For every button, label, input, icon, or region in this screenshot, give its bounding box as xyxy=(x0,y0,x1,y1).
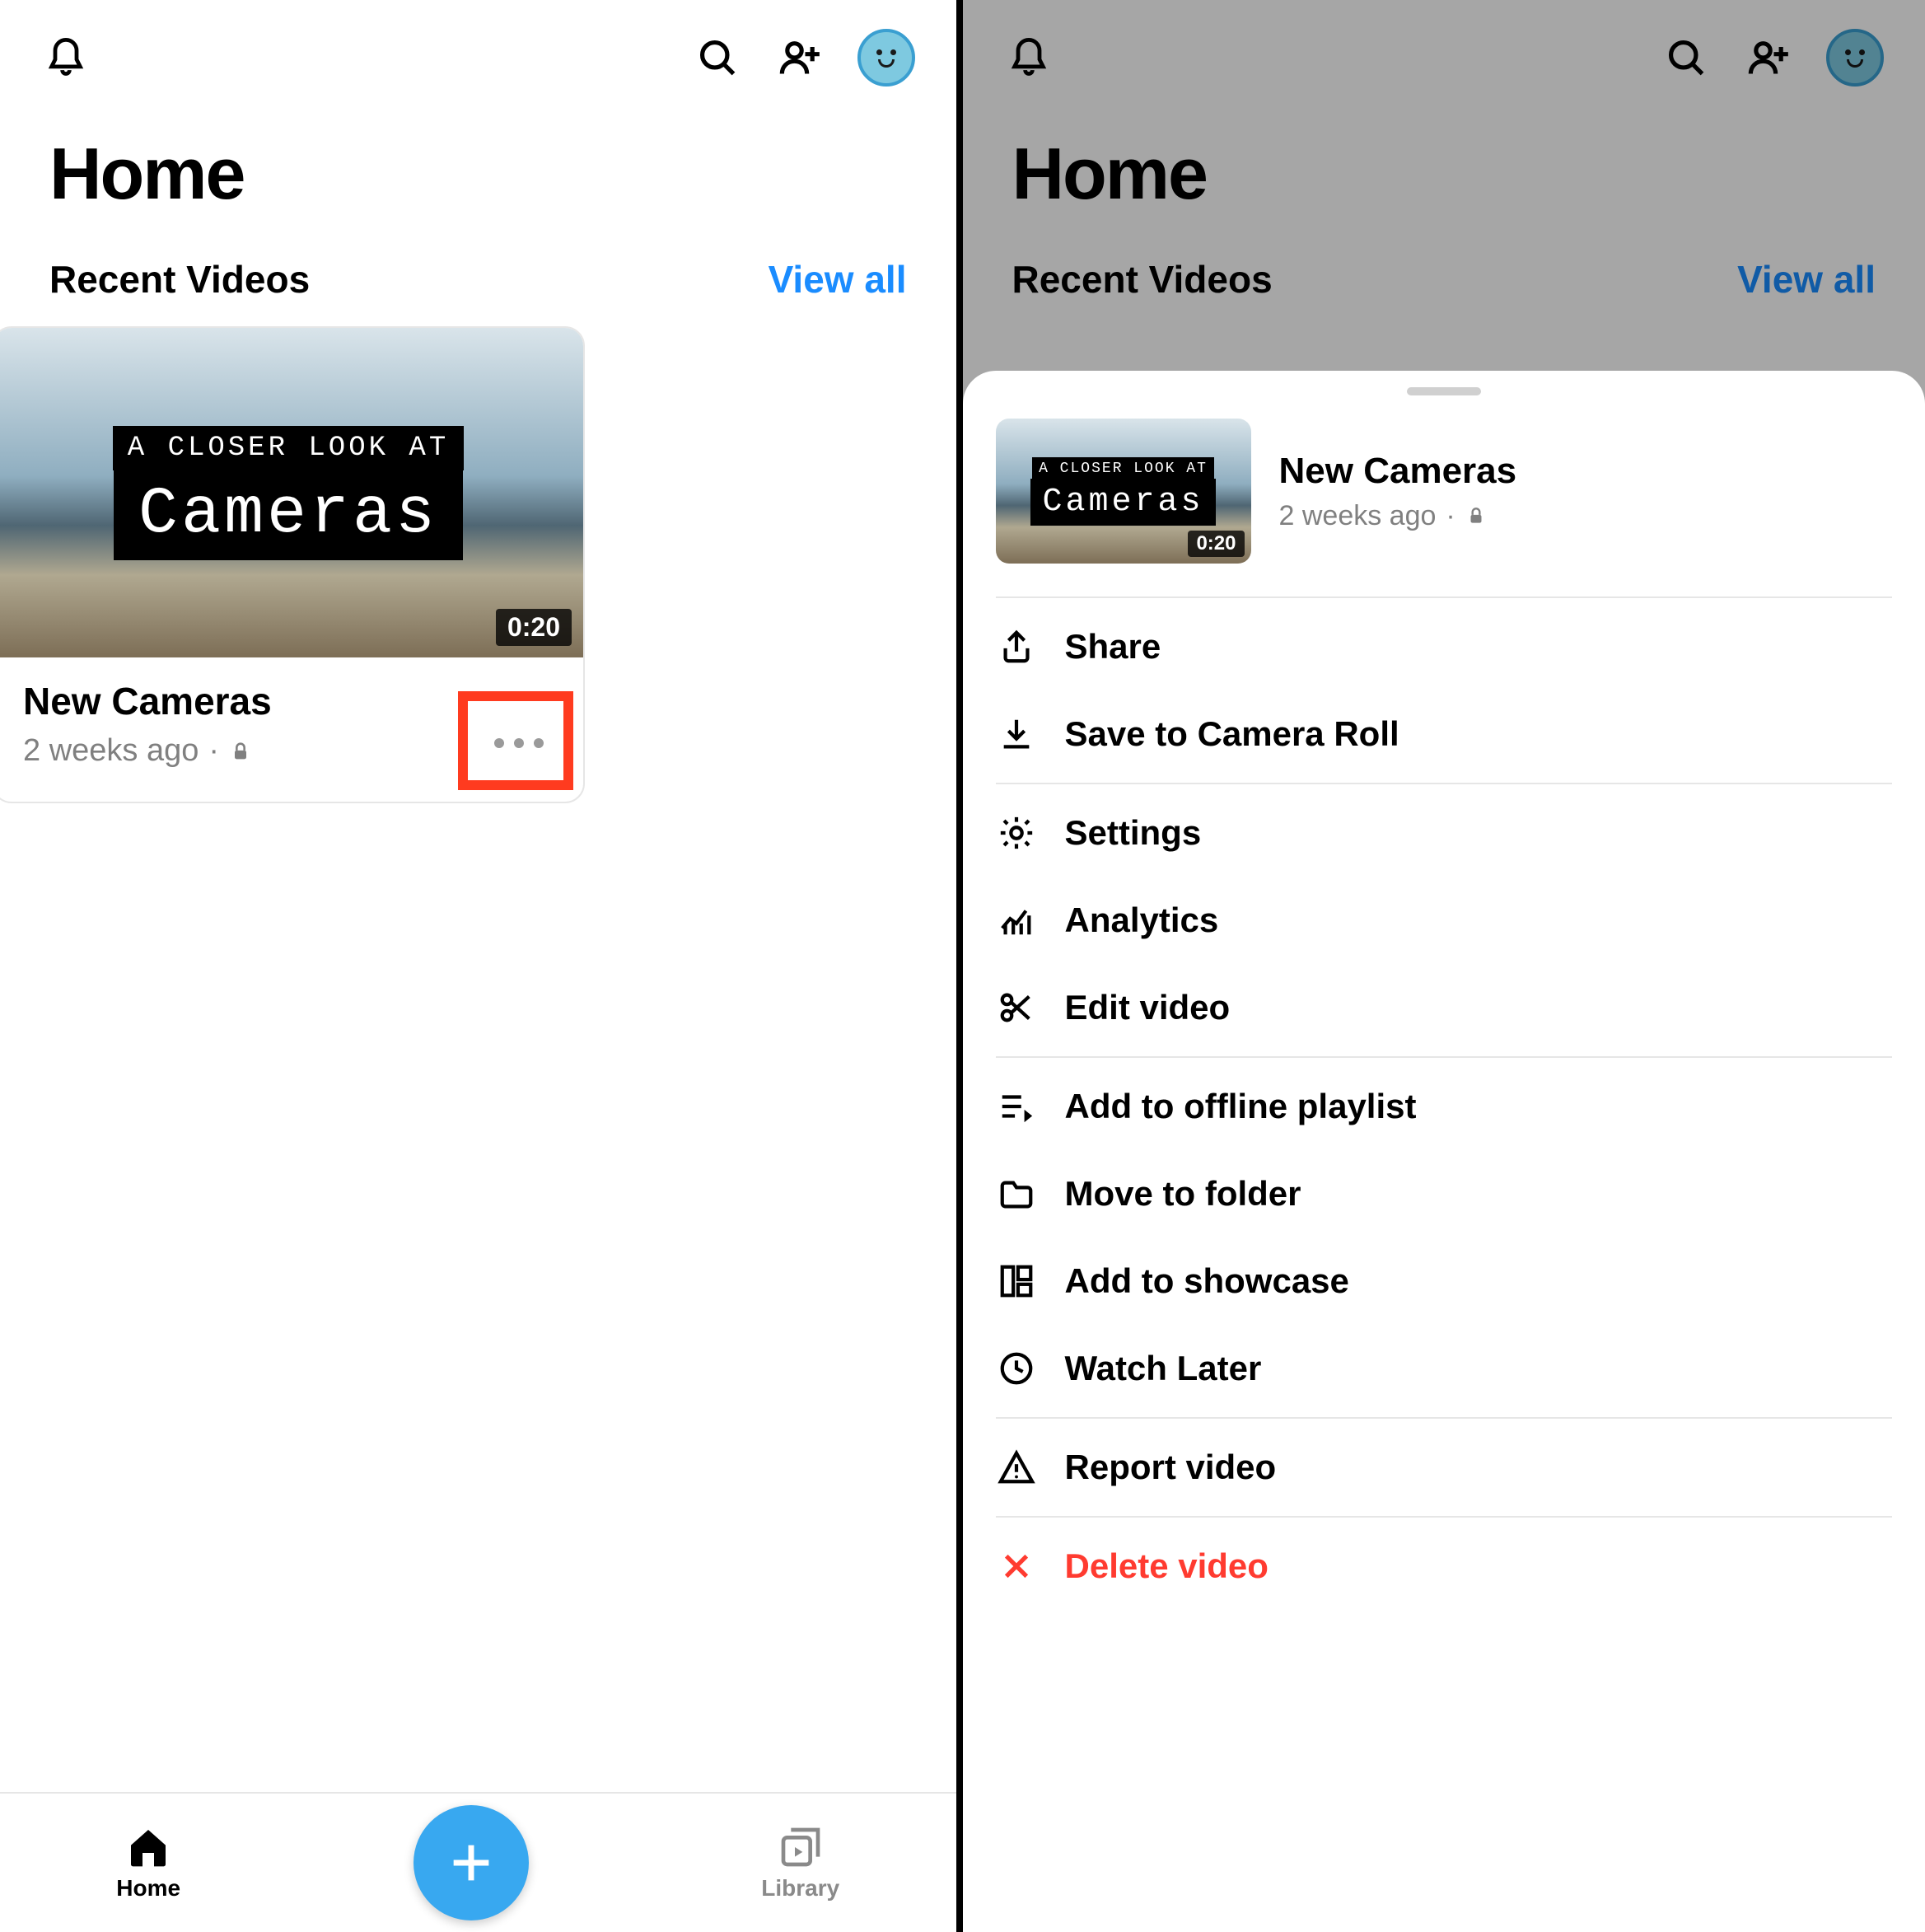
menu-share[interactable]: Share xyxy=(963,603,1925,690)
scissors-icon xyxy=(996,987,1037,1028)
bottom-nav: Home Library xyxy=(0,1792,956,1932)
add-person-icon xyxy=(1744,33,1793,82)
sheet-title: New Cameras xyxy=(1279,451,1517,492)
video-subtitle: 2 weeks ago · xyxy=(23,733,554,769)
menu-edit-video[interactable]: Edit video xyxy=(963,964,1925,1051)
add-person-icon[interactable] xyxy=(775,33,825,82)
nav-library[interactable]: Library xyxy=(761,1824,839,1902)
lock-icon xyxy=(229,740,252,763)
pane-home: Home Recent Videos View all NEW Coffee t… xyxy=(0,0,963,1932)
video-thumb-cameras[interactable]: A CLOSER LOOK AT Cameras 0:20 xyxy=(0,328,583,657)
action-sheet: A CLOSER LOOK AT Cameras 0:20 New Camera… xyxy=(963,371,1925,1932)
duration-badge: 0:20 xyxy=(496,609,572,646)
library-icon xyxy=(778,1824,824,1870)
video-card-cameras[interactable]: A CLOSER LOOK AT Cameras 0:20 New Camera… xyxy=(0,326,585,803)
sheet-subtitle: 2 weeks ago · xyxy=(1279,500,1517,532)
video-title: New Cameras xyxy=(23,679,554,723)
add-button[interactable] xyxy=(414,1805,529,1920)
notifications-icon[interactable] xyxy=(41,33,91,82)
warning-icon xyxy=(996,1447,1037,1488)
recent-videos-title: Recent Videos xyxy=(49,257,310,302)
more-icon[interactable] xyxy=(479,714,558,772)
clock-icon xyxy=(996,1348,1037,1389)
avatar xyxy=(1826,29,1884,87)
menu-offline-playlist[interactable]: Add to offline playlist xyxy=(963,1063,1925,1150)
page-title-bg: Home xyxy=(963,115,1925,241)
menu-delete[interactable]: Delete video xyxy=(963,1523,1925,1610)
menu-save-camera-roll[interactable]: Save to Camera Roll xyxy=(963,690,1925,778)
section-header: Recent Videos View all xyxy=(0,241,956,326)
thumb-overlay-text: A CLOSER LOOK AT Cameras xyxy=(113,426,464,560)
video-list: NEW Coffee time! 2:46 ! A CLOSER LOOK AT… xyxy=(0,326,956,803)
gear-icon xyxy=(996,812,1037,854)
notifications-icon xyxy=(1004,33,1054,82)
sheet-thumbnail: A CLOSER LOOK AT Cameras 0:20 xyxy=(996,419,1251,564)
nav-home[interactable]: Home xyxy=(116,1824,180,1902)
close-icon xyxy=(996,1546,1037,1587)
share-icon xyxy=(996,626,1037,667)
top-bar xyxy=(0,0,956,115)
search-icon[interactable] xyxy=(693,33,742,82)
plus-icon xyxy=(445,1836,498,1889)
analytics-icon xyxy=(996,900,1037,941)
view-all-link[interactable]: View all xyxy=(769,257,907,302)
playlist-add-icon xyxy=(996,1086,1037,1127)
search-icon xyxy=(1661,33,1711,82)
folder-icon xyxy=(996,1173,1037,1214)
page-title: Home xyxy=(0,115,956,241)
download-icon xyxy=(996,713,1037,755)
menu-report[interactable]: Report video xyxy=(963,1424,1925,1511)
menu-watch-later[interactable]: Watch Later xyxy=(963,1325,1925,1412)
avatar[interactable] xyxy=(857,29,915,87)
nav-home-label: Home xyxy=(116,1875,180,1902)
sheet-handle[interactable] xyxy=(1407,387,1481,395)
menu-move-folder[interactable]: Move to folder xyxy=(963,1150,1925,1237)
showcase-icon xyxy=(996,1261,1037,1302)
pane-sheet: Home Recent Videos View all A CLOSER LOO… xyxy=(963,0,1925,1932)
sheet-header: A CLOSER LOOK AT Cameras 0:20 New Camera… xyxy=(963,419,1925,592)
nav-library-label: Library xyxy=(761,1875,839,1902)
menu-analytics[interactable]: Analytics xyxy=(963,877,1925,964)
lock-icon xyxy=(1465,505,1487,526)
home-icon xyxy=(125,1824,171,1870)
menu-add-showcase[interactable]: Add to showcase xyxy=(963,1237,1925,1325)
menu-settings[interactable]: Settings xyxy=(963,789,1925,877)
top-bar-bg xyxy=(963,0,1925,115)
section-header-bg: Recent Videos View all xyxy=(963,241,1925,326)
